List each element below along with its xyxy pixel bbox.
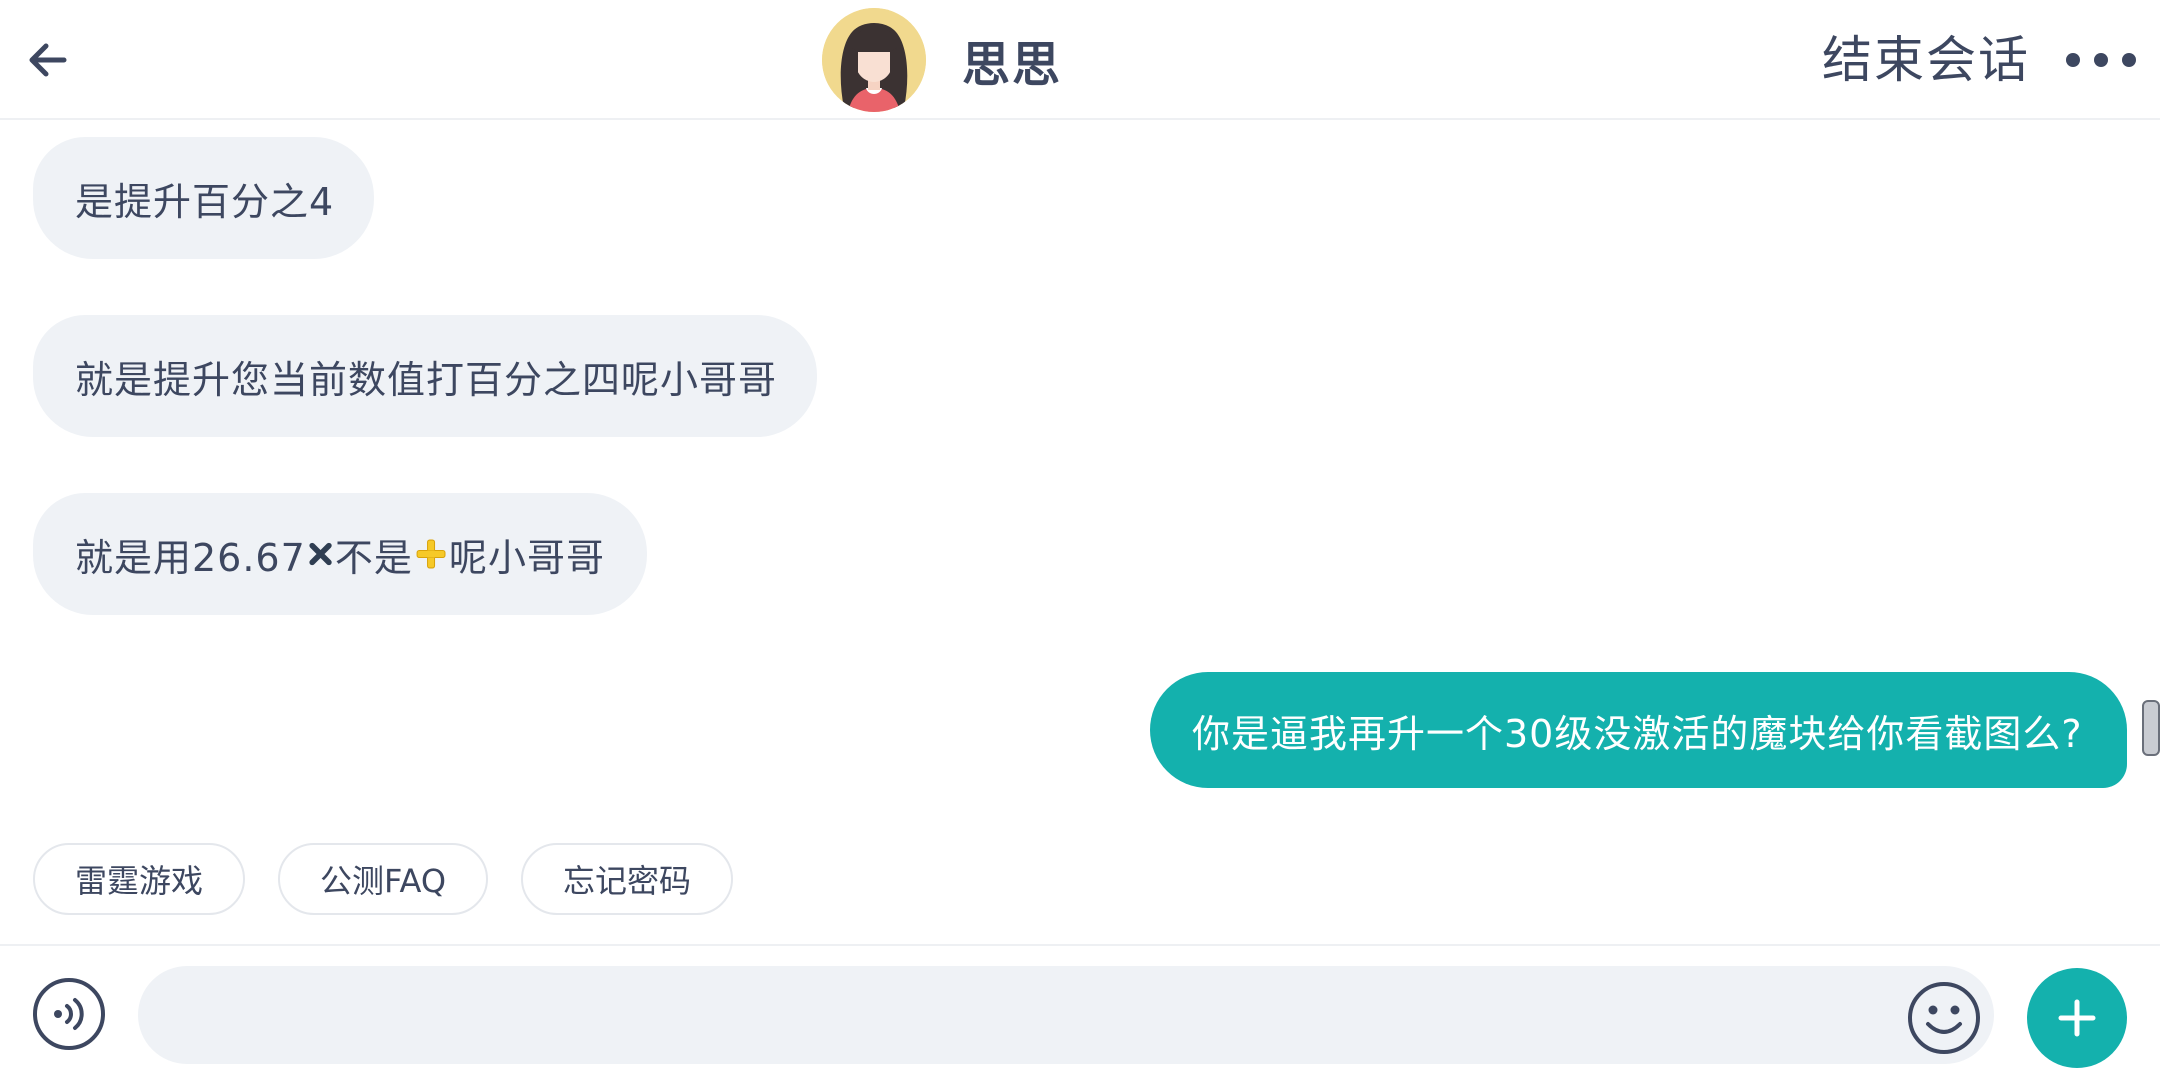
end-session-button[interactable]: 结束会话 bbox=[1822, 30, 2030, 90]
message-input[interactable] bbox=[138, 966, 1994, 1064]
incoming-message: 就是提升您当前数值打百分之四呢小哥哥 bbox=[33, 315, 817, 437]
voice-input-icon bbox=[33, 978, 105, 1050]
agent-info: 思思 bbox=[822, 8, 1062, 112]
incoming-message: 是提升百分之4 bbox=[33, 137, 374, 259]
agent-name: 思思 bbox=[962, 37, 1063, 93]
message-text: 不是 bbox=[334, 535, 413, 580]
outgoing-message: 你是逼我再升一个30级没激活的魔块给你看截图么? bbox=[1150, 672, 2127, 788]
scrollbar-thumb[interactable] bbox=[2142, 700, 2160, 756]
heavy-plus-sign-emoji-icon bbox=[416, 539, 446, 569]
quick-replies: 雷霆游戏 公测FAQ 忘记密码 bbox=[33, 843, 766, 915]
girl-avatar-icon bbox=[822, 8, 926, 112]
arrow-left-icon bbox=[29, 43, 67, 77]
more-actions-button[interactable] bbox=[2027, 968, 2127, 1068]
quick-reply-chip[interactable]: 忘记密码 bbox=[521, 843, 734, 915]
incoming-message: 就是用26.67 不是 呢小哥哥 bbox=[33, 493, 647, 615]
back-button[interactable] bbox=[18, 30, 78, 90]
more-options-button[interactable] bbox=[2066, 40, 2136, 80]
heavy-multiplication-x-emoji-icon bbox=[309, 542, 332, 566]
more-horizontal-icon bbox=[2066, 53, 2080, 67]
chat-window: 思思 结束会话 是提升百分之4 就是提升您当前数值打百分之四呢小哥哥 就是用26… bbox=[0, 0, 2160, 1080]
message-text: 呢小哥哥 bbox=[448, 535, 605, 580]
message-text: 就是用26.67 bbox=[75, 535, 306, 580]
smiley-face-icon bbox=[1908, 982, 1980, 1054]
quick-reply-chip[interactable]: 雷霆游戏 bbox=[33, 843, 246, 915]
message-input-bar bbox=[0, 944, 2160, 1080]
plus-icon bbox=[2058, 999, 2096, 1037]
voice-input-button[interactable] bbox=[31, 976, 107, 1052]
emoji-button[interactable] bbox=[1906, 980, 1982, 1056]
quick-reply-chip[interactable]: 公测FAQ bbox=[278, 843, 489, 915]
chat-header: 思思 结束会话 bbox=[0, 0, 2160, 120]
agent-avatar[interactable] bbox=[822, 8, 926, 112]
